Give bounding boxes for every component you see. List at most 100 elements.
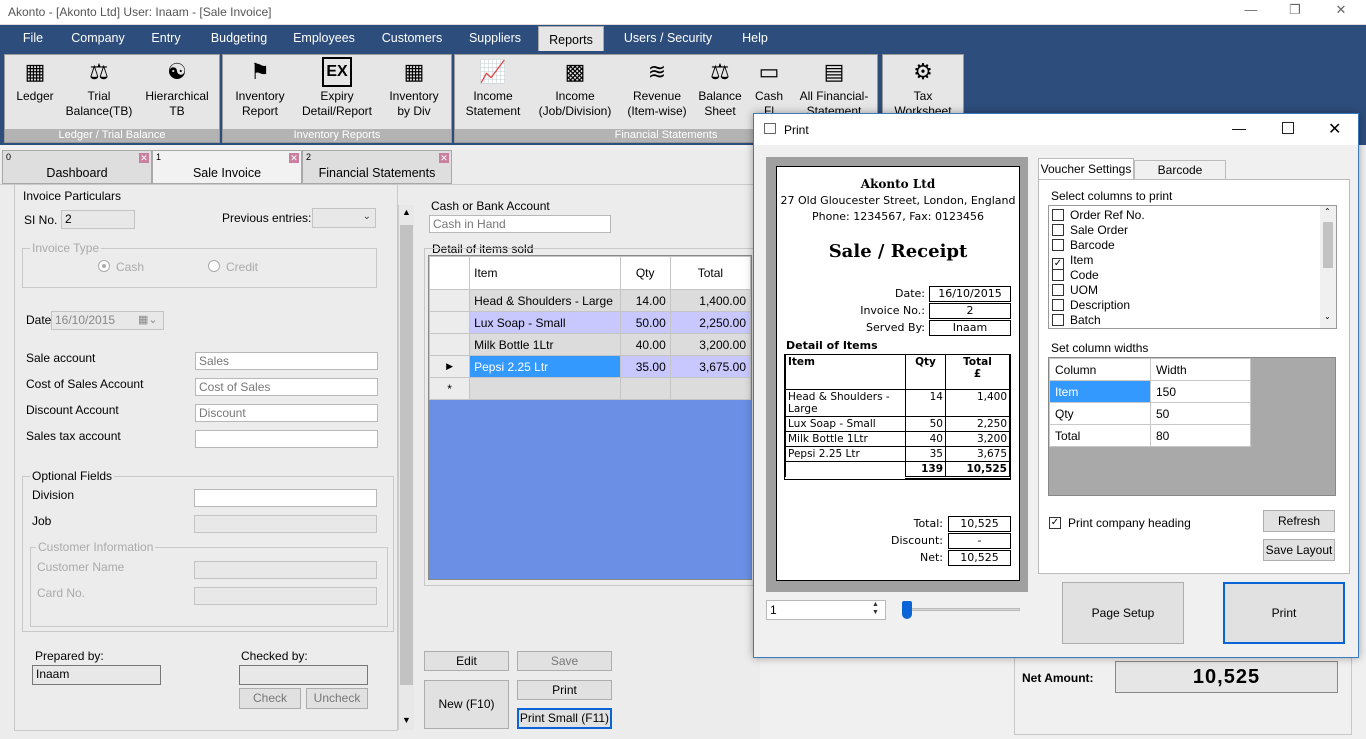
print-button[interactable]: Print	[517, 680, 612, 700]
tab-dashboard[interactable]: 0 Dashboard ✕	[2, 150, 152, 184]
scroll-thumb[interactable]	[400, 225, 413, 685]
previous-entries-select[interactable]: ⌄	[312, 208, 376, 228]
dialog-print-button[interactable]: Print	[1223, 582, 1345, 644]
scroll-down-icon[interactable]: ⌄	[1324, 312, 1331, 321]
scroll-up-icon[interactable]: ⌃	[1324, 207, 1331, 216]
menu-customers[interactable]: Customers	[374, 25, 450, 51]
job-field[interactable]	[194, 515, 377, 533]
refresh-button[interactable]: Refresh	[1263, 510, 1335, 532]
all-financial-statements-button[interactable]: ▤ All Financial- Statement	[793, 57, 875, 119]
table-row[interactable]: Item 150	[1049, 380, 1251, 403]
zoom-slider[interactable]	[904, 608, 1020, 611]
column-checkbox-sale-order[interactable]: Sale Order	[1052, 223, 1336, 238]
income-job-division-button[interactable]: ▩ Income (Job/Division)	[533, 57, 617, 119]
uncheck-button[interactable]: Uncheck	[306, 688, 368, 709]
column-checkbox-item[interactable]: ✓ Item	[1052, 253, 1336, 270]
table-row[interactable]: Milk Bottle 1Ltr 40.00 3,200.00	[428, 333, 752, 356]
minimize-icon[interactable]: —	[1236, 2, 1266, 22]
tab-sale-invoice[interactable]: 1 Sale Invoice ✕	[152, 150, 302, 184]
checkbox[interactable]	[1052, 239, 1064, 251]
copies-stepper[interactable]: 1	[766, 600, 886, 620]
save-layout-button[interactable]: Save Layout	[1263, 539, 1335, 561]
checklist-scrollbar[interactable]: ⌃ ⌄	[1320, 206, 1336, 328]
calendar-icon[interactable]: ▦⌄	[138, 313, 158, 326]
table-row[interactable]: Qty 50	[1049, 402, 1251, 425]
customer-name-field[interactable]	[194, 561, 377, 579]
minimize-icon[interactable]: —	[1232, 120, 1246, 136]
form-scrollbar[interactable]: ▲ ▼	[398, 205, 414, 730]
check-button[interactable]: Check	[239, 688, 301, 709]
cash-flow-button[interactable]: ▭ Cash Fl	[747, 57, 791, 119]
table-row[interactable]: ▶ Pepsi 2.25 Ltr 35.00 3,675.00	[428, 355, 752, 378]
prepared-by-field[interactable]: Inaam	[32, 665, 161, 685]
menu-budgeting[interactable]: Budgeting	[202, 25, 276, 51]
column-checkbox-barcode[interactable]: Barcode	[1052, 238, 1336, 253]
checkbox[interactable]	[1052, 284, 1064, 296]
expiry-report-button[interactable]: EX Expiry Detail/Report	[295, 57, 379, 119]
column-checkbox-order-ref[interactable]: Order Ref No.	[1052, 208, 1336, 223]
scroll-thumb[interactable]	[1323, 222, 1333, 268]
table-row[interactable]: Total 80	[1049, 424, 1251, 447]
tab-close-icon[interactable]: ✕	[289, 153, 299, 163]
new-row[interactable]: *	[428, 377, 752, 400]
tab-close-icon[interactable]: ✕	[439, 153, 449, 163]
column-checkbox-uom[interactable]: UOM	[1052, 283, 1336, 298]
cash-bank-field[interactable]: Cash in Hand	[429, 215, 611, 233]
menu-entry[interactable]: Entry	[142, 25, 190, 51]
column-widths-grid[interactable]: Column Width Item 150 Qty 50 Total 80	[1048, 357, 1336, 496]
menu-users-security[interactable]: Users / Security	[616, 25, 720, 51]
ledger-button[interactable]: ▦ Ledger	[9, 57, 61, 104]
tab-voucher-settings[interactable]: Voucher Settings	[1038, 158, 1134, 180]
page-setup-button[interactable]: Page Setup	[1062, 582, 1184, 644]
tab-barcode-settings[interactable]: Barcode Settings	[1134, 160, 1226, 195]
credit-radio[interactable]	[208, 260, 220, 272]
sale-account-field[interactable]: Sales	[195, 352, 378, 370]
maximize-icon[interactable]	[1282, 122, 1294, 134]
checkbox[interactable]	[1052, 299, 1064, 311]
qty-column-header[interactable]: Qty	[619, 256, 671, 290]
menu-employees[interactable]: Employees	[286, 25, 362, 51]
revenue-item-wise-button[interactable]: ≋ Revenue (Item-wise)	[621, 57, 693, 119]
division-field[interactable]	[194, 489, 377, 507]
column-checkbox-batch[interactable]: Batch	[1052, 313, 1336, 328]
hierarchical-tb-button[interactable]: ☯ Hierarchical TB	[139, 57, 215, 119]
scroll-up-icon[interactable]: ▲	[402, 207, 411, 217]
balance-sheet-button[interactable]: ⚖ Balance Sheet	[695, 57, 745, 119]
cost-of-sales-field[interactable]: Cost of Sales	[195, 378, 378, 396]
checkmark-icon[interactable]: ✓	[1049, 517, 1061, 529]
print-small-button[interactable]: Print Small (F11)	[517, 708, 612, 729]
menu-file[interactable]: File	[14, 25, 52, 51]
checkbox[interactable]	[1052, 269, 1064, 281]
checkbox[interactable]	[1052, 314, 1064, 326]
card-no-field[interactable]	[194, 587, 377, 605]
scroll-down-icon[interactable]: ▼	[402, 715, 411, 725]
column-checkbox-description[interactable]: Description	[1052, 298, 1336, 313]
tax-worksheet-button[interactable]: ⚙ Tax Worksheet	[887, 57, 959, 119]
menu-company[interactable]: Company	[62, 25, 134, 51]
sales-tax-field[interactable]	[195, 430, 378, 448]
save-button[interactable]: Save	[517, 651, 612, 671]
checked-by-field[interactable]	[239, 665, 368, 685]
table-row[interactable]: Head & Shoulders - Large 14.00 1,400.00	[428, 289, 752, 312]
table-row[interactable]: Lux Soap - Small 50.00 2,250.00	[428, 311, 752, 334]
new-button[interactable]: New (F10)	[424, 680, 509, 729]
tab-financial-statements[interactable]: 2 Financial Statements ✕	[302, 150, 452, 184]
si-no-field[interactable]: 2	[61, 210, 135, 229]
income-statement-button[interactable]: 📈 Income Statement	[459, 57, 527, 119]
inventory-report-button[interactable]: ⚑ Inventory Report	[227, 57, 293, 119]
menu-suppliers[interactable]: Suppliers	[462, 25, 528, 51]
checkbox[interactable]	[1052, 224, 1064, 236]
tab-close-icon[interactable]: ✕	[139, 153, 149, 163]
items-grid[interactable]: Item Qty Total Head & Shoulders - Large …	[428, 255, 752, 580]
total-column-header[interactable]: Total	[669, 256, 752, 290]
stepper-arrows-icon[interactable]: ▲ ▼	[872, 601, 879, 617]
close-icon[interactable]: ✕	[1326, 2, 1356, 22]
menu-reports[interactable]: Reports	[538, 26, 604, 51]
discount-account-field[interactable]: Discount	[195, 404, 378, 422]
zoom-slider-thumb[interactable]	[902, 601, 912, 619]
trial-balance-button[interactable]: ⚖ Trial Balance(TB)	[61, 57, 137, 119]
item-column-header[interactable]: Item	[469, 256, 621, 290]
inventory-by-div-button[interactable]: ▦ Inventory by Div	[381, 57, 447, 119]
close-icon[interactable]: ✕	[1328, 119, 1341, 139]
restore-icon[interactable]: ❐	[1280, 2, 1310, 22]
